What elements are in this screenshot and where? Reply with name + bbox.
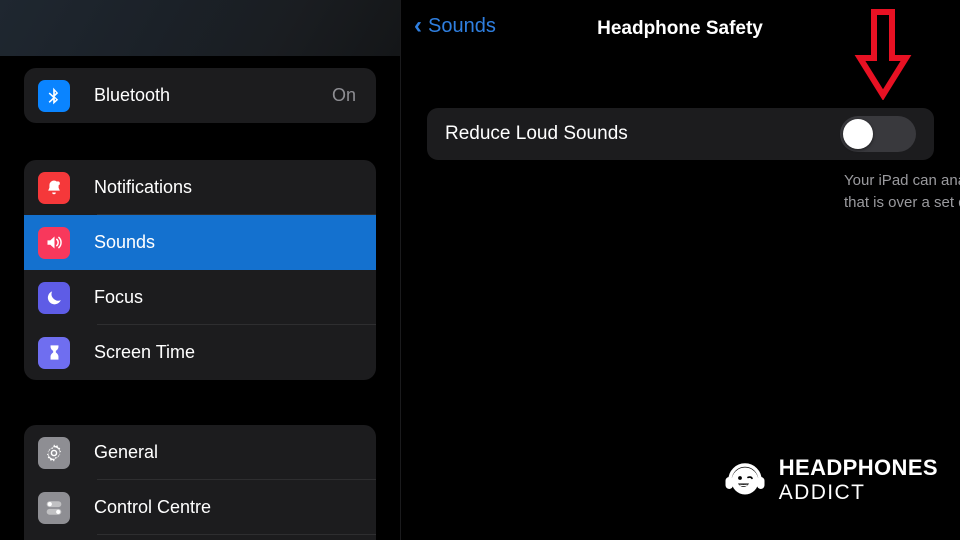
ipad-settings-screen: Bluetooth On Notifications Sounds Focus …: [0, 0, 960, 540]
sidebar-group-alerts: Notifications Sounds Focus Screen Time: [24, 160, 376, 380]
sidebar-item-control-centre[interactable]: Control Centre: [24, 480, 376, 535]
sidebar-item-label: Focus: [94, 287, 144, 307]
reduce-loud-sounds-label: Reduce Loud Sounds: [445, 123, 628, 144]
gear-icon: [38, 436, 70, 469]
sidebar-item-label: General: [94, 442, 159, 462]
watermark-line-2: ADDICT: [778, 481, 866, 504]
watermark: HEADPHONES ADDICT: [721, 456, 938, 504]
bluetooth-icon: [38, 79, 70, 112]
toggles-icon: [38, 491, 70, 524]
sidebar-item-label: Notifications: [94, 177, 193, 197]
speaker-icon: [38, 226, 70, 259]
sidebar-item-focus[interactable]: Focus: [24, 270, 376, 325]
bluetooth-status-value: On: [331, 85, 356, 105]
watermark-line-1: HEADPHONES: [778, 455, 938, 480]
bell-icon: [38, 171, 70, 204]
row-divider: [97, 534, 376, 535]
sidebar-item-label: Control Centre: [94, 497, 212, 517]
reduce-loud-sounds-description: Your iPad can analyse headphone audio an…: [844, 172, 960, 211]
sidebar-scroll-area[interactable]: Bluetooth On Notifications Sounds Focus …: [0, 0, 400, 540]
sidebar-item-screen-time[interactable]: Screen Time: [24, 325, 376, 380]
reduce-loud-sounds-row[interactable]: Reduce Loud Sounds: [427, 108, 934, 160]
sidebar-item-label: Sounds: [94, 232, 156, 252]
sidebar-item-sounds[interactable]: Sounds: [24, 215, 376, 270]
sidebar-group-connectivity: Bluetooth On: [24, 68, 376, 123]
toggle-knob: [843, 119, 873, 149]
reduce-loud-sounds-toggle[interactable]: [840, 116, 916, 152]
pane-divider: [400, 0, 401, 540]
hourglass-icon: [38, 336, 70, 369]
sidebar-item-notifications[interactable]: Notifications: [24, 160, 376, 215]
watermark-text: HEADPHONES ADDICT: [778, 455, 938, 504]
sidebar-item-label: Screen Time: [94, 342, 196, 362]
sidebar-item-bluetooth[interactable]: Bluetooth On: [24, 68, 376, 123]
sidebar-group-system: General Control Centre: [24, 425, 376, 540]
sidebar-item-label: Bluetooth: [94, 85, 171, 105]
arrow-down-icon: [853, 8, 913, 101]
sidebar-item-general[interactable]: General: [24, 425, 376, 480]
headphones-smiley-icon: [721, 456, 769, 504]
settings-sidebar: Bluetooth On Notifications Sounds Focus …: [0, 0, 400, 540]
moon-icon: [38, 281, 70, 314]
sidebar-header-bar: [0, 0, 400, 56]
